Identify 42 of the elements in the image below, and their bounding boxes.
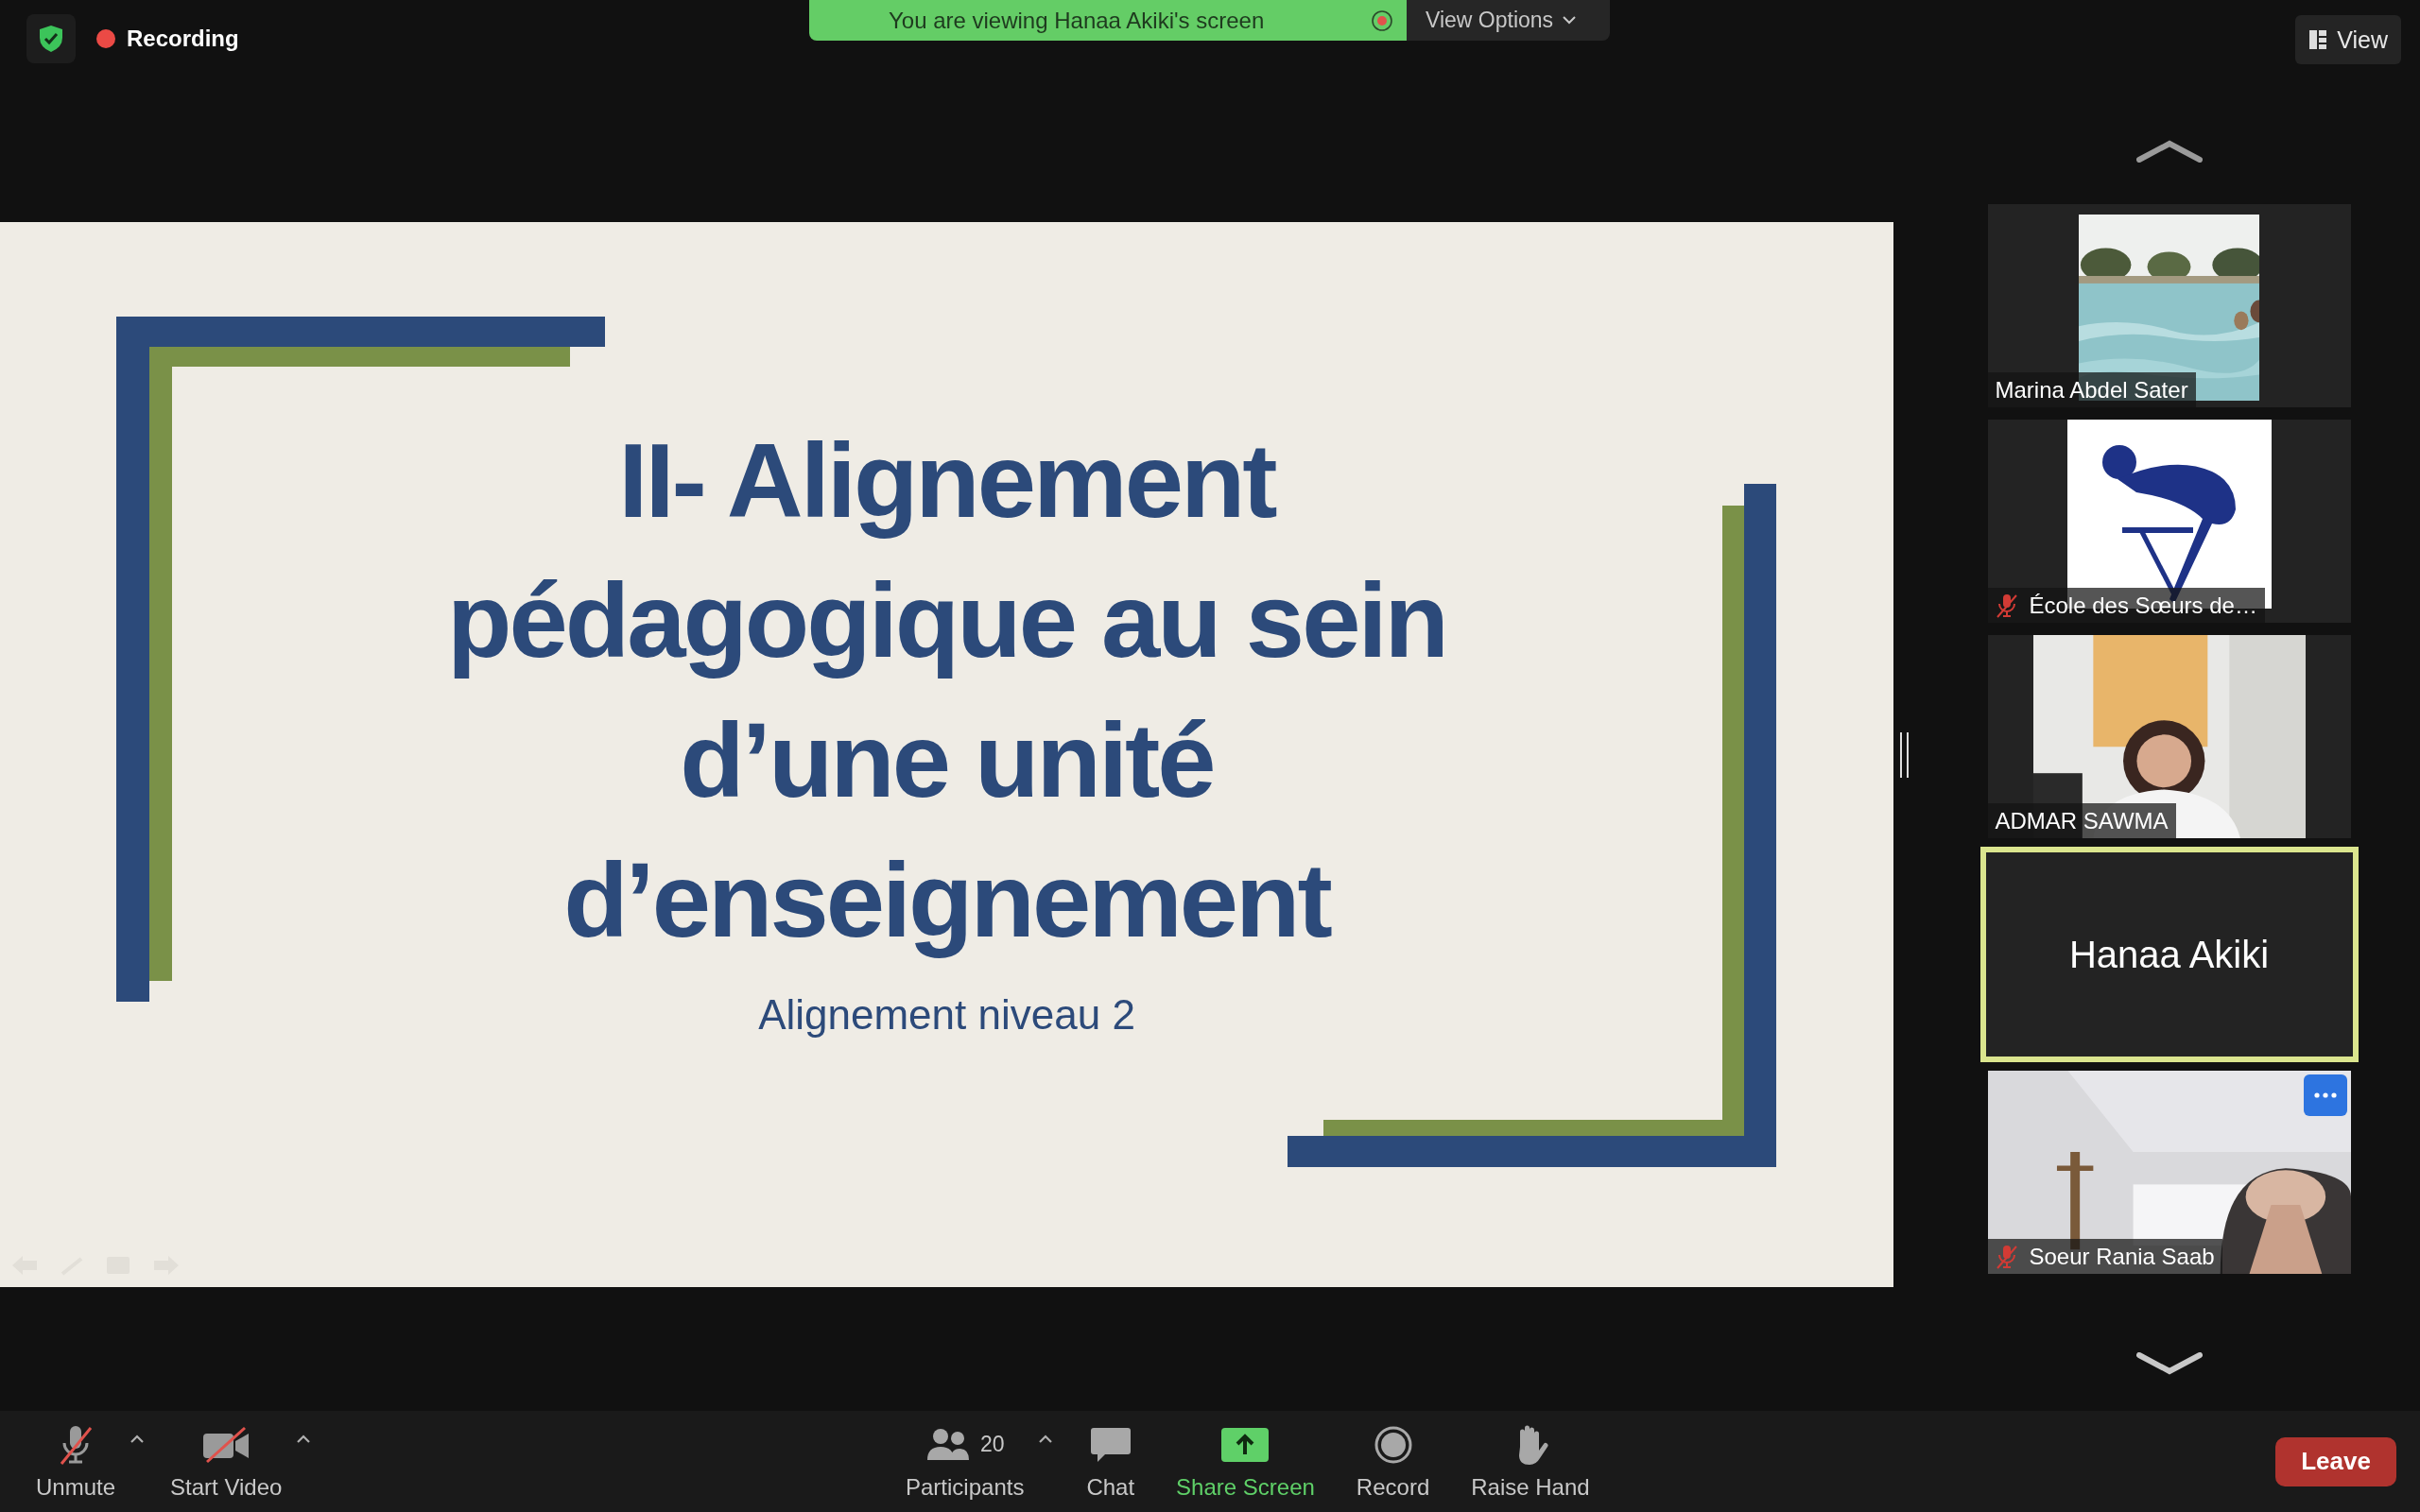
resize-handle[interactable]: [1900, 732, 1909, 778]
more-options-button[interactable]: [2303, 1074, 2347, 1116]
ellipsis-icon: [2313, 1092, 2337, 1098]
participant-count: 20: [979, 1432, 1005, 1457]
video-tile[interactable]: Hanaa Akiki: [1979, 847, 2359, 1062]
toolbar-button[interactable]: Start Video: [163, 1418, 290, 1504]
chevron-up-icon[interactable]: [2135, 140, 2203, 163]
recording-label: Recording: [127, 26, 239, 52]
video-tile[interactable]: ADMAR SAWMA: [1987, 635, 2351, 838]
record-icon: [1373, 1424, 1413, 1465]
share-screen-icon: [1221, 1427, 1270, 1462]
participant-name: École des Sœurs de…: [2029, 592, 2257, 619]
participant-name: ADMAR SAWMA: [1995, 807, 2169, 834]
toolbar-button[interactable]: Chat: [1079, 1418, 1143, 1504]
slide-title: II- Alignement pédagogique au sein d’une unité d’enseignement: [447, 421, 1446, 961]
toolbar-button[interactable]: Record: [1348, 1418, 1438, 1504]
shield-icon: [39, 25, 63, 53]
leave-button[interactable]: Leave: [2275, 1436, 2396, 1486]
toolbar-button[interactable]: Unmute: [28, 1418, 124, 1504]
participant-name: Soeur Rania Saab: [2029, 1243, 2215, 1270]
chevron-down-icon[interactable]: [2135, 1352, 2203, 1375]
video-tile[interactable]: Marina Abdel Sater: [1987, 204, 2351, 407]
toolbar-button[interactable]: Raise Hand: [1463, 1418, 1598, 1504]
view-button[interactable]: View: [2295, 15, 2401, 64]
chat-bubble-icon: [1089, 1425, 1132, 1464]
caret-icon[interactable]: [1039, 1434, 1053, 1443]
view-options-button[interactable]: View Options: [1407, 0, 1610, 41]
chevron-down-icon: [1563, 16, 1577, 25]
caret-icon[interactable]: [130, 1434, 145, 1443]
share-screen-button[interactable]: Share Screen: [1168, 1418, 1322, 1504]
video-tile[interactable]: Soeur Rania Saab: [1987, 1071, 2351, 1274]
layout-icon: [2308, 29, 2328, 50]
banner-text: You are viewing Hanaa Akiki's screen: [889, 7, 1265, 34]
slide-subtitle: Alignement niveau 2: [758, 991, 1135, 1039]
security-button[interactable]: [26, 14, 76, 63]
people-icon: [925, 1427, 971, 1462]
caret-icon[interactable]: [297, 1434, 311, 1443]
participant-name: Marina Abdel Sater: [1995, 376, 2188, 404]
participant-name: Hanaa Akiki: [2068, 933, 2270, 976]
stop-icon[interactable]: [1371, 9, 1393, 32]
video-tile[interactable]: École des Sœurs de…: [1987, 420, 2351, 623]
toolbar-button[interactable]: 20 Participants: [898, 1418, 1032, 1504]
